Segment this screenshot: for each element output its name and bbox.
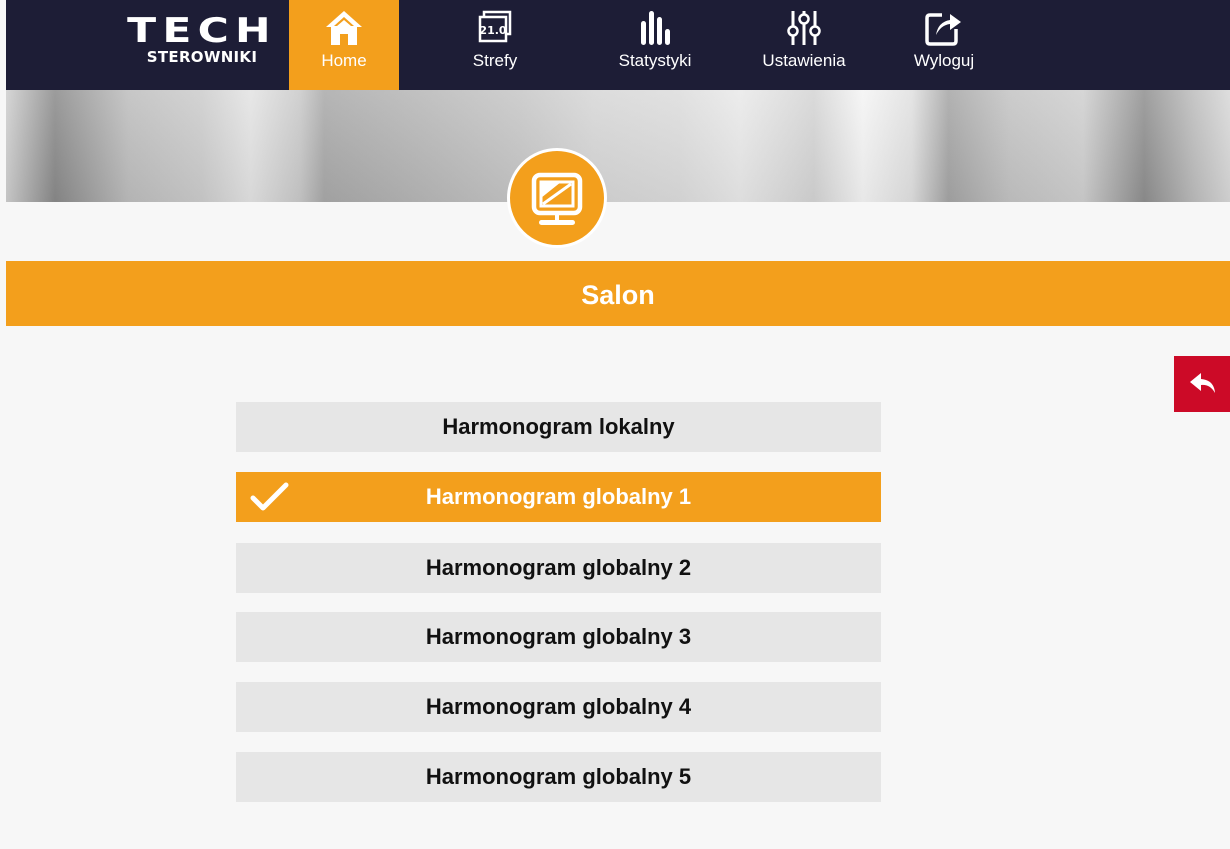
check-icon — [250, 482, 289, 511]
schedule-option-global-4[interactable]: Harmonogram globalny 4 — [236, 682, 881, 732]
zones-icon-badge: 21.0 — [479, 24, 506, 37]
nav-logout-label: Wyloguj — [913, 51, 975, 70]
schedule-option-label: Harmonogram globalny 1 — [425, 484, 692, 509]
nav-zones[interactable]: 21.0 Strefy — [440, 0, 550, 90]
zones-icon: 21.0 — [478, 10, 512, 43]
schedule-option-label: Harmonogram globalny 5 — [425, 764, 692, 789]
schedule-option-label: Harmonogram globalny 3 — [425, 624, 692, 649]
settings-icon — [787, 11, 821, 45]
nav-statistics-label: Statystyki — [618, 51, 692, 70]
nav-statistics[interactable]: Statystyki — [600, 0, 710, 90]
schedule-option-label: Harmonogram globalny 2 — [425, 555, 692, 580]
statistics-icon — [641, 11, 670, 45]
nav-settings[interactable]: Ustawienia — [749, 0, 859, 90]
top-navigation-bar: TECH STEROWNIKI Home 21.0 Strefy Statyst… — [6, 0, 1230, 91]
zone-title: Salon — [581, 280, 655, 310]
schedule-option-label: Harmonogram lokalny — [442, 414, 675, 439]
tech-sterowniki-logo[interactable]: TECH STEROWNIKI — [126, 14, 278, 76]
nav-logout[interactable]: Wyloguj — [889, 0, 999, 90]
header-background-image — [6, 90, 1230, 202]
logo-mark: TECH — [127, 11, 277, 51]
schedule-option-global-5[interactable]: Harmonogram globalny 5 — [236, 752, 881, 802]
schedule-option-local[interactable]: Harmonogram lokalny — [236, 402, 881, 452]
back-arrow-icon — [1190, 373, 1215, 393]
nav-settings-label: Ustawienia — [762, 51, 846, 70]
back-button[interactable] — [1174, 356, 1230, 412]
zone-icon-badge — [507, 148, 607, 248]
monitor-icon — [531, 172, 583, 225]
schedule-option-label: Harmonogram globalny 4 — [425, 694, 692, 719]
nav-zones-label: Strefy — [472, 51, 518, 70]
schedule-option-global-1[interactable]: Harmonogram globalny 1 — [236, 472, 881, 522]
schedule-option-global-3[interactable]: Harmonogram globalny 3 — [236, 612, 881, 662]
logout-icon — [925, 13, 961, 46]
nav-home[interactable]: Home — [289, 0, 399, 91]
schedule-option-global-2[interactable]: Harmonogram globalny 2 — [236, 543, 881, 593]
zone-title-bar: Salon — [6, 261, 1230, 326]
home-icon — [326, 11, 362, 45]
nav-home-label: Home — [321, 51, 367, 70]
